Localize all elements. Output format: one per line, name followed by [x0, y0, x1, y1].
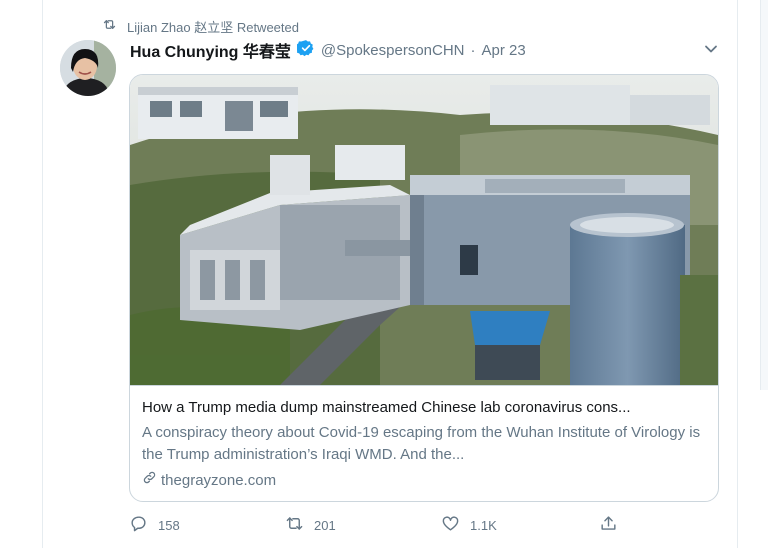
more-options-chevron-down-icon[interactable]: [700, 38, 722, 60]
like-count: 1.1K: [470, 517, 497, 533]
retweet-count: 201: [314, 517, 336, 533]
card-title[interactable]: How a Trump media dump mainstreamed Chin…: [142, 397, 708, 419]
card-description: A conspiracy theory about Covid-19 escap…: [142, 424, 701, 463]
retweet-context[interactable]: Lijian Zhao 赵立坚 Retweeted: [102, 16, 299, 36]
link-preview-card[interactable]: How a Trump media dump mainstreamed Chin…: [129, 74, 719, 502]
handle[interactable]: @SpokespersonCHN: [321, 42, 465, 59]
like-button[interactable]: 1.1K: [441, 513, 497, 537]
separator-dot: ·: [470, 41, 476, 59]
retweet-icon: [102, 17, 117, 35]
share-icon: [599, 514, 618, 536]
tweet-actions: 158 201 1.1K: [129, 513, 629, 537]
card-divider: [130, 385, 718, 386]
card-domain: thegrayzone.com: [161, 472, 277, 489]
retweet-icon: [285, 514, 304, 536]
tweet-header: Hua Chunying 华春莹 @SpokespersonCHN · Apr …: [130, 38, 526, 62]
timeline-left-border: [42, 0, 43, 548]
link-icon: [142, 470, 157, 492]
timeline-right-border: [737, 0, 738, 548]
card-link[interactable]: thegrayzone.com: [142, 470, 708, 492]
sidebar-edge: [760, 0, 768, 390]
card-image: [130, 75, 718, 386]
reply-icon: [129, 514, 148, 536]
share-button[interactable]: [599, 513, 618, 537]
retweet-button[interactable]: 201: [285, 513, 336, 537]
reply-button[interactable]: 158: [129, 513, 180, 537]
verified-badge-icon: [295, 39, 315, 62]
timeline-view: Lijian Zhao 赵立坚 Retweeted Hua Chunying 华…: [0, 0, 768, 548]
avatar[interactable]: [60, 40, 116, 96]
card-text-block: How a Trump media dump mainstreamed Chin…: [142, 397, 708, 492]
display-name[interactable]: Hua Chunying 华春莹: [130, 38, 291, 62]
heart-icon: [441, 514, 460, 536]
tweet-date[interactable]: Apr 23: [482, 42, 526, 59]
reply-count: 158: [158, 517, 180, 533]
retweet-context-text: Lijian Zhao 赵立坚 Retweeted: [127, 19, 299, 35]
